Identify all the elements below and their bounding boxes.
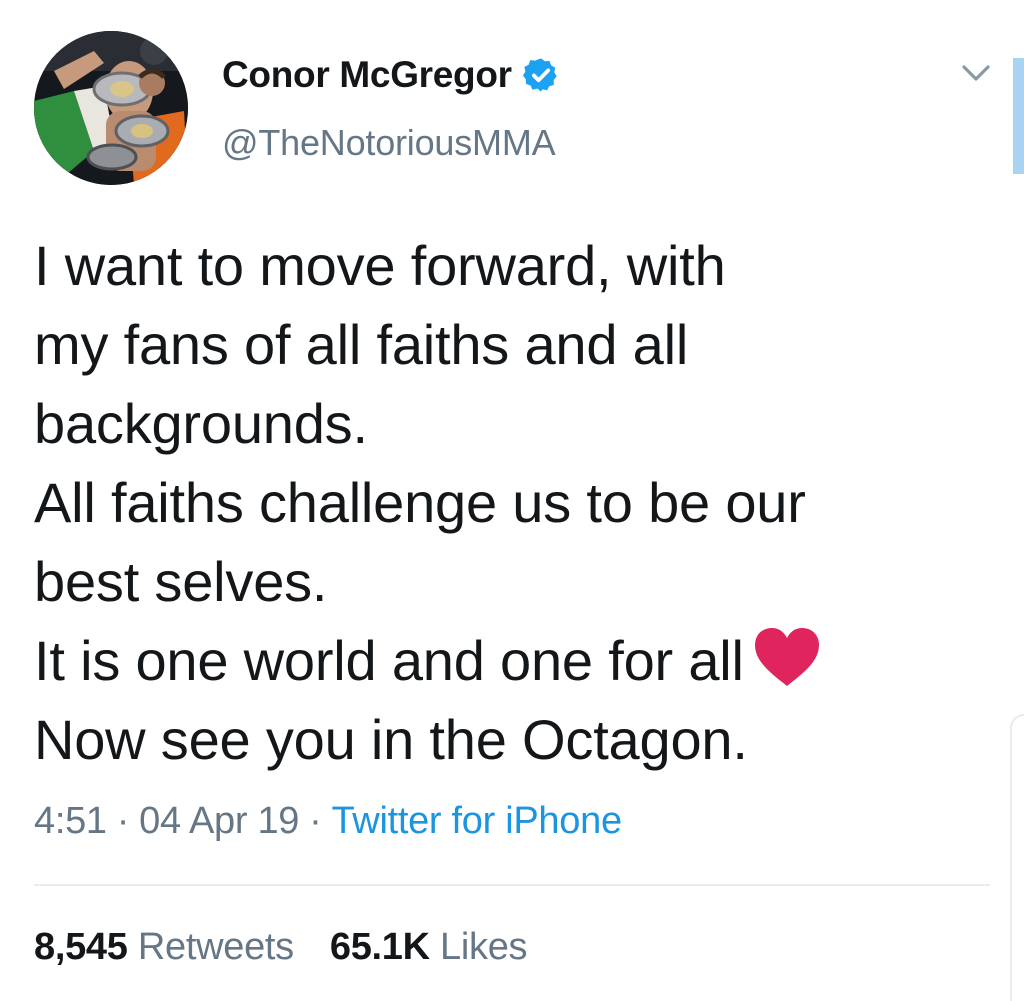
tweet-line: my fans of all faiths and all	[34, 313, 689, 376]
tweet-meta: 4:51 · 04 Apr 19 · Twitter for iPhone	[34, 800, 622, 843]
tweet-line-text: It is one world and one for all	[34, 629, 744, 692]
retweets-stat[interactable]: 8,545 Retweets	[34, 926, 294, 968]
tweet-source-link[interactable]: Twitter for iPhone	[331, 800, 622, 842]
tweet-text: I want to move forward, with my fans of …	[34, 226, 984, 779]
scroll-indicator	[1013, 58, 1024, 174]
meta-separator: ·	[116, 800, 130, 842]
tweet-line: I want to move forward, with	[34, 234, 726, 297]
card-edge	[1010, 714, 1024, 1001]
verified-badge-icon	[522, 58, 557, 92]
display-name-text: Conor McGregor	[222, 54, 512, 95]
tweet-line: Now see you in the Octagon.	[34, 708, 748, 771]
author-display-name[interactable]: Conor McGregor	[222, 52, 560, 98]
tweet-line: All faiths challenge us to be our	[34, 471, 806, 534]
author-avatar[interactable]	[34, 31, 188, 185]
chevron-down-icon[interactable]	[958, 58, 994, 88]
retweets-count: 8,545	[34, 926, 128, 968]
author-handle[interactable]: @TheNotoriousMMA	[222, 122, 556, 164]
retweets-label: Retweets	[137, 926, 294, 968]
meta-separator: ·	[309, 800, 322, 842]
red-heart-icon	[754, 628, 819, 686]
tweet-stats: 8,545 Retweets 65.1K Likes	[34, 926, 528, 969]
tweet-time[interactable]: 4:51	[34, 800, 107, 842]
likes-label: Likes	[440, 926, 528, 968]
tweet-date[interactable]: 04 Apr 19	[139, 800, 299, 842]
tweet-line-with-emoji: It is one world and one for all	[34, 621, 984, 700]
likes-count: 65.1K	[329, 926, 430, 968]
tweet-line: backgrounds.	[34, 392, 368, 455]
likes-stat[interactable]: 65.1K Likes	[329, 926, 528, 968]
divider	[34, 884, 990, 886]
tweet-line: best selves.	[34, 550, 328, 613]
avatar-photo	[34, 31, 188, 185]
